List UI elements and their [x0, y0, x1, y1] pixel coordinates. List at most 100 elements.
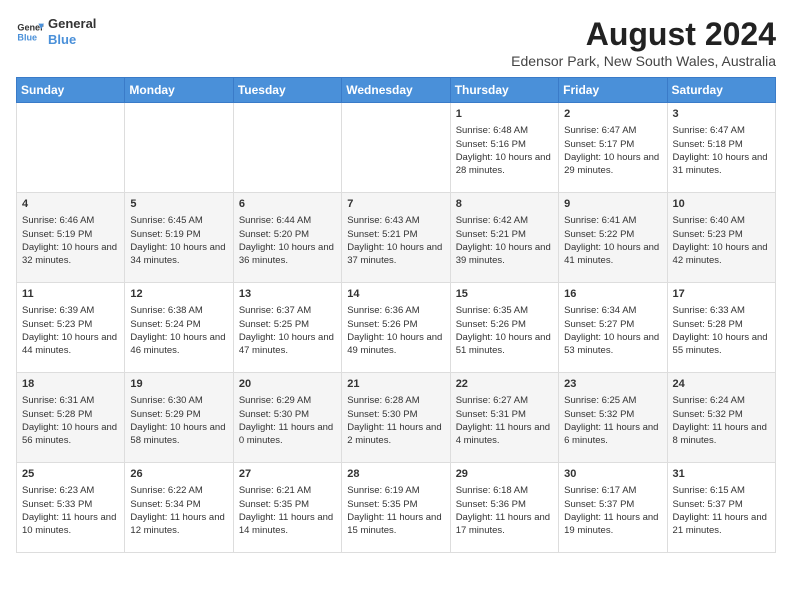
day-number: 27 — [239, 467, 336, 482]
calendar-header: SundayMondayTuesdayWednesdayThursdayFrid… — [17, 78, 776, 103]
calendar-cell: 8 Sunrise: 6:42 AM Sunset: 5:21 PM Daylig… — [450, 193, 558, 283]
day-info: Sunrise: 6:43 AM Sunset: 5:21 PM Dayligh… — [347, 214, 444, 267]
weekday-header: Friday — [559, 78, 667, 103]
page-subtitle: Edensor Park, New South Wales, Australia — [511, 53, 776, 69]
calendar-cell: 30 Sunrise: 6:17 AM Sunset: 5:37 PM Dayli… — [559, 463, 667, 553]
day-info: Sunrise: 6:18 AM Sunset: 5:36 PM Dayligh… — [456, 484, 553, 537]
day-info: Sunrise: 6:47 AM Sunset: 5:18 PM Dayligh… — [673, 124, 770, 177]
calendar-cell: 23Sunrise: 6:25 AM Sunset: 5:32 PM Dayli… — [559, 373, 667, 463]
day-info: Sunrise: 6:29 AM Sunset: 5:30 PM Dayligh… — [239, 394, 336, 447]
day-info: Sunrise: 6:48 AM Sunset: 5:16 PM Dayligh… — [456, 124, 553, 177]
day-number: 12 — [130, 287, 227, 302]
day-number: 9 — [564, 197, 661, 212]
day-info: Sunrise: 6:17 AM Sunset: 5:37 PM Dayligh… — [564, 484, 661, 537]
logo-text: General Blue — [48, 16, 96, 47]
day-number: 17 — [673, 287, 770, 302]
weekday-header: Monday — [125, 78, 233, 103]
day-number: 21 — [347, 377, 444, 392]
weekday-row: SundayMondayTuesdayWednesdayThursdayFrid… — [17, 78, 776, 103]
title-area: August 2024 Edensor Park, New South Wale… — [511, 16, 776, 69]
day-info: Sunrise: 6:27 AM Sunset: 5:31 PM Dayligh… — [456, 394, 553, 447]
day-number: 7 — [347, 197, 444, 212]
day-info: Sunrise: 6:31 AM Sunset: 5:28 PM Dayligh… — [22, 394, 119, 447]
header: General Blue General Blue August 2024 Ed… — [16, 16, 776, 69]
day-number: 20 — [239, 377, 336, 392]
day-info: Sunrise: 6:28 AM Sunset: 5:30 PM Dayligh… — [347, 394, 444, 447]
day-info: Sunrise: 6:15 AM Sunset: 5:37 PM Dayligh… — [673, 484, 770, 537]
calendar-cell: 1 Sunrise: 6:48 AM Sunset: 5:16 PM Daylig… — [450, 103, 558, 193]
calendar-cell: 15 Sunrise: 6:35 AM Sunset: 5:26 PM Dayli… — [450, 283, 558, 373]
day-info: Sunrise: 6:42 AM Sunset: 5:21 PM Dayligh… — [456, 214, 553, 267]
calendar-cell: 14Sunrise: 6:36 AM Sunset: 5:26 PM Dayli… — [342, 283, 450, 373]
weekday-header: Tuesday — [233, 78, 341, 103]
calendar-cell: 17 Sunrise: 6:33 AM Sunset: 5:28 PM Dayli… — [667, 283, 775, 373]
calendar-cell: 31 Sunrise: 6:15 AM Sunset: 5:37 PM Dayli… — [667, 463, 775, 553]
page-title: August 2024 — [511, 16, 776, 53]
day-number: 8 — [456, 197, 553, 212]
day-number: 25 — [22, 467, 119, 482]
day-info: Sunrise: 6:38 AM Sunset: 5:24 PM Dayligh… — [130, 304, 227, 357]
calendar-cell: 26Sunrise: 6:22 AM Sunset: 5:34 PM Dayli… — [125, 463, 233, 553]
day-info: Sunrise: 6:24 AM Sunset: 5:32 PM Dayligh… — [673, 394, 770, 447]
day-info: Sunrise: 6:19 AM Sunset: 5:35 PM Dayligh… — [347, 484, 444, 537]
day-number: 30 — [564, 467, 661, 482]
day-number: 29 — [456, 467, 553, 482]
calendar-cell: 29 Sunrise: 6:18 AM Sunset: 5:36 PM Dayli… — [450, 463, 558, 553]
day-info: Sunrise: 6:35 AM Sunset: 5:26 PM Dayligh… — [456, 304, 553, 357]
day-number: 16 — [564, 287, 661, 302]
day-number: 10 — [673, 197, 770, 212]
day-number: 2 — [564, 107, 661, 122]
day-info: Sunrise: 6:39 AM Sunset: 5:23 PM Dayligh… — [22, 304, 119, 357]
calendar-cell: 18 Sunrise: 6:31 AM Sunset: 5:28 PM Dayli… — [17, 373, 125, 463]
day-info: Sunrise: 6:44 AM Sunset: 5:20 PM Dayligh… — [239, 214, 336, 267]
calendar-week-row: 1 Sunrise: 6:48 AM Sunset: 5:16 PM Daylig… — [17, 103, 776, 193]
weekday-header: Thursday — [450, 78, 558, 103]
calendar-cell: 11 Sunrise: 6:39 AM Sunset: 5:23 PM Dayli… — [17, 283, 125, 373]
day-info: Sunrise: 6:22 AM Sunset: 5:34 PM Dayligh… — [130, 484, 227, 537]
calendar-cell: 3 Sunrise: 6:47 AM Sunset: 5:18 PM Daylig… — [667, 103, 775, 193]
day-number: 1 — [456, 107, 553, 122]
day-number: 11 — [22, 287, 119, 302]
calendar-week-row: 11 Sunrise: 6:39 AM Sunset: 5:23 PM Dayli… — [17, 283, 776, 373]
day-number: 18 — [22, 377, 119, 392]
calendar-cell — [125, 103, 233, 193]
calendar-week-row: 18 Sunrise: 6:31 AM Sunset: 5:28 PM Dayli… — [17, 373, 776, 463]
logo-icon: General Blue — [16, 18, 44, 46]
calendar-week-row: 4 Sunrise: 6:46 AM Sunset: 5:19 PM Daylig… — [17, 193, 776, 283]
calendar-cell — [17, 103, 125, 193]
day-info: Sunrise: 6:23 AM Sunset: 5:33 PM Dayligh… — [22, 484, 119, 537]
day-info: Sunrise: 6:21 AM Sunset: 5:35 PM Dayligh… — [239, 484, 336, 537]
day-number: 3 — [673, 107, 770, 122]
calendar-cell: 6 Sunrise: 6:44 AM Sunset: 5:20 PM Daylig… — [233, 193, 341, 283]
calendar-cell: 21 Sunrise: 6:28 AM Sunset: 5:30 PM Dayli… — [342, 373, 450, 463]
calendar-cell — [342, 103, 450, 193]
calendar-cell: 13Sunrise: 6:37 AM Sunset: 5:25 PM Dayli… — [233, 283, 341, 373]
day-number: 31 — [673, 467, 770, 482]
weekday-header: Sunday — [17, 78, 125, 103]
calendar-cell: 16Sunrise: 6:34 AM Sunset: 5:27 PM Dayli… — [559, 283, 667, 373]
day-number: 22 — [456, 377, 553, 392]
day-number: 14 — [347, 287, 444, 302]
calendar-week-row: 25 Sunrise: 6:23 AM Sunset: 5:33 PM Dayli… — [17, 463, 776, 553]
day-number: 5 — [130, 197, 227, 212]
day-number: 28 — [347, 467, 444, 482]
calendar-cell: 10Sunrise: 6:40 AM Sunset: 5:23 PM Dayli… — [667, 193, 775, 283]
calendar-cell: 4 Sunrise: 6:46 AM Sunset: 5:19 PM Daylig… — [17, 193, 125, 283]
day-info: Sunrise: 6:46 AM Sunset: 5:19 PM Dayligh… — [22, 214, 119, 267]
calendar-cell: 22 Sunrise: 6:27 AM Sunset: 5:31 PM Dayli… — [450, 373, 558, 463]
day-info: Sunrise: 6:37 AM Sunset: 5:25 PM Dayligh… — [239, 304, 336, 357]
calendar-cell: 9 Sunrise: 6:41 AM Sunset: 5:22 PM Daylig… — [559, 193, 667, 283]
calendar: SundayMondayTuesdayWednesdayThursdayFrid… — [16, 77, 776, 553]
day-info: Sunrise: 6:41 AM Sunset: 5:22 PM Dayligh… — [564, 214, 661, 267]
calendar-cell: 20 Sunrise: 6:29 AM Sunset: 5:30 PM Dayli… — [233, 373, 341, 463]
day-number: 6 — [239, 197, 336, 212]
calendar-cell: 27 Sunrise: 6:21 AM Sunset: 5:35 PM Dayli… — [233, 463, 341, 553]
day-number: 15 — [456, 287, 553, 302]
day-number: 19 — [130, 377, 227, 392]
svg-text:Blue: Blue — [17, 32, 37, 42]
day-info: Sunrise: 6:33 AM Sunset: 5:28 PM Dayligh… — [673, 304, 770, 357]
day-number: 23 — [564, 377, 661, 392]
weekday-header: Wednesday — [342, 78, 450, 103]
calendar-cell: 19Sunrise: 6:30 AM Sunset: 5:29 PM Dayli… — [125, 373, 233, 463]
day-number: 4 — [22, 197, 119, 212]
